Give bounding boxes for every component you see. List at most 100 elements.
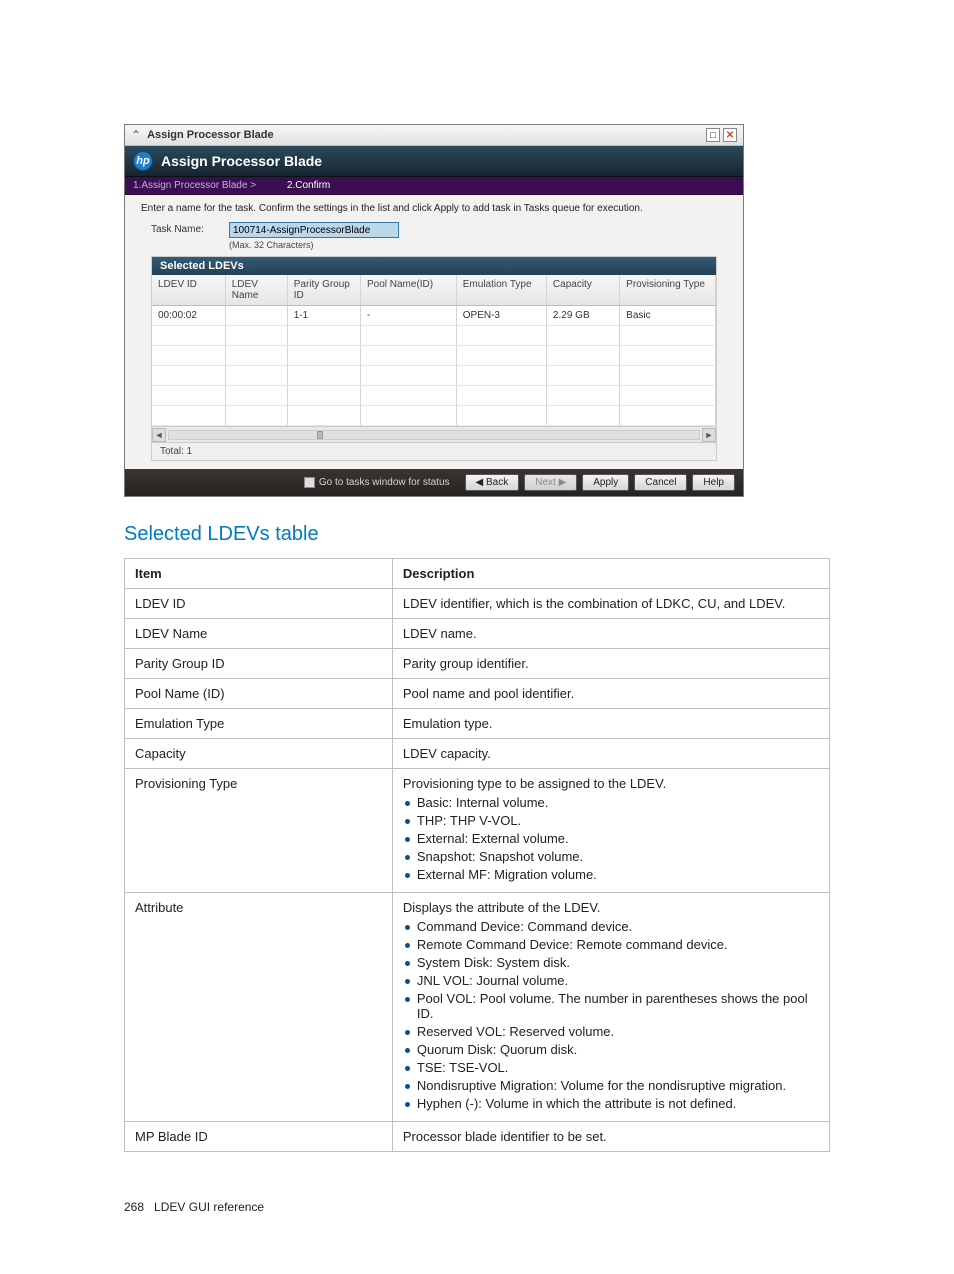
list-item: System Disk: System disk.: [403, 955, 819, 970]
wizard-step-1[interactable]: 1.Assign Processor Blade >: [133, 180, 256, 191]
cell-ldev-id: 00:00:02: [152, 306, 225, 326]
list-item: THP: THP V-VOL.: [403, 813, 819, 828]
cell-item: Provisioning Type: [125, 769, 393, 893]
table-row[interactable]: 00:00:02 1-1 - OPEN-3 2.29 GB Basic: [152, 306, 716, 326]
table-row: [152, 386, 716, 406]
col-emulation[interactable]: Emulation Type: [456, 275, 546, 306]
list-item: Pool VOL: Pool volume. The number in par…: [403, 991, 819, 1021]
section-heading: Selected LDEVs table: [124, 523, 830, 546]
task-name-hint: (Max. 32 Characters): [229, 240, 727, 250]
list-item: Hyphen (-): Volume in which the attribut…: [403, 1096, 819, 1111]
hp-logo-icon: hp: [133, 151, 153, 171]
grid-header-row: LDEV ID LDEV Name Parity Group ID Pool N…: [152, 275, 716, 306]
cell-desc: Provisioning type to be assigned to the …: [392, 769, 829, 893]
next-button: Next ▶: [524, 474, 577, 491]
cell-item: Capacity: [125, 739, 393, 769]
scroll-right-icon[interactable]: ►: [702, 428, 716, 442]
cell-item: LDEV ID: [125, 589, 393, 619]
cell-item: LDEV Name: [125, 619, 393, 649]
list-item: Quorum Disk: Quorum disk.: [403, 1042, 819, 1057]
list-item: External: External volume.: [403, 831, 819, 846]
cell-parity: 1-1: [287, 306, 360, 326]
wizard-steps: 1.Assign Processor Blade > 2.Confirm: [125, 177, 743, 195]
page-footer: 268 LDEV GUI reference: [124, 1200, 830, 1214]
task-name-input[interactable]: [229, 222, 399, 238]
table-row: LDEV Name LDEV name.: [125, 619, 830, 649]
scrollbar-thumb[interactable]: [317, 431, 323, 439]
cell-prov: Basic: [620, 306, 716, 326]
cell-desc: Pool name and pool identifier.: [392, 679, 829, 709]
collapse-icon[interactable]: ⌃: [131, 128, 141, 142]
list-item: Snapshot: Snapshot volume.: [403, 849, 819, 864]
table-row: Emulation Type Emulation type.: [125, 709, 830, 739]
page-number: 268: [124, 1200, 144, 1214]
cell-ldev-name: [225, 306, 287, 326]
cell-item: Attribute: [125, 893, 393, 1122]
col-ldev-id[interactable]: LDEV ID: [152, 275, 225, 306]
cell-desc-lead: Provisioning type to be assigned to the …: [403, 776, 666, 791]
cell-item: MP Blade ID: [125, 1122, 393, 1152]
apply-button[interactable]: Apply: [582, 474, 629, 491]
table-row: [152, 346, 716, 366]
footer-section: LDEV GUI reference: [154, 1200, 264, 1214]
dialog-header: hp Assign Processor Blade: [125, 146, 743, 177]
selected-ldevs-doc-table: Item Description LDEV ID LDEV identifier…: [124, 558, 830, 1152]
wizard-step-2: 2.Confirm: [287, 180, 330, 191]
cell-item: Emulation Type: [125, 709, 393, 739]
col-ldev-name[interactable]: LDEV Name: [225, 275, 287, 306]
cell-desc: Parity group identifier.: [392, 649, 829, 679]
maximize-icon[interactable]: □: [706, 128, 720, 142]
cell-desc: LDEV capacity.: [392, 739, 829, 769]
cell-pool: -: [360, 306, 456, 326]
th-item: Item: [125, 559, 393, 589]
grid-title: Selected LDEVs: [152, 257, 716, 275]
list-item: Nondisruptive Migration: Volume for the …: [403, 1078, 819, 1093]
close-icon[interactable]: ✕: [723, 128, 737, 142]
table-row: MP Blade ID Processor blade identifier t…: [125, 1122, 830, 1152]
table-row: Capacity LDEV capacity.: [125, 739, 830, 769]
dialog-titlebar: ⌃ Assign Processor Blade □ ✕: [125, 125, 743, 146]
dialog-header-title: Assign Processor Blade: [161, 153, 322, 169]
list-item: Reserved VOL: Reserved volume.: [403, 1024, 819, 1039]
window-title: Assign Processor Blade: [147, 129, 703, 141]
col-capacity[interactable]: Capacity: [546, 275, 619, 306]
list-item: TSE: TSE-VOL.: [403, 1060, 819, 1075]
dialog-button-bar: Go to tasks window for status ◀ Back Nex…: [125, 469, 743, 496]
table-row: [152, 406, 716, 426]
task-name-label: Task Name:: [151, 222, 229, 235]
help-button[interactable]: Help: [692, 474, 735, 491]
table-row: Provisioning Type Provisioning type to b…: [125, 769, 830, 893]
checkbox-icon[interactable]: [304, 477, 315, 488]
table-row: [152, 326, 716, 346]
assign-processor-blade-dialog: ⌃ Assign Processor Blade □ ✕ hp Assign P…: [124, 124, 744, 497]
col-prov-type[interactable]: Provisioning Type: [620, 275, 716, 306]
cell-desc: LDEV name.: [392, 619, 829, 649]
go-to-tasks-checkbox[interactable]: Go to tasks window for status: [304, 477, 450, 488]
table-row: [152, 366, 716, 386]
horizontal-scrollbar[interactable]: ◄ ►: [152, 426, 716, 442]
cell-desc: Processor blade identifier to be set.: [392, 1122, 829, 1152]
cell-desc: LDEV identifier, which is the combinatio…: [392, 589, 829, 619]
list-item: Basic: Internal volume.: [403, 795, 819, 810]
cell-item: Pool Name (ID): [125, 679, 393, 709]
col-parity-group[interactable]: Parity Group ID: [287, 275, 360, 306]
th-description: Description: [392, 559, 829, 589]
cell-item: Parity Group ID: [125, 649, 393, 679]
cell-desc: Emulation type.: [392, 709, 829, 739]
col-pool-name[interactable]: Pool Name(ID): [360, 275, 456, 306]
cell-desc: Displays the attribute of the LDEV. Comm…: [392, 893, 829, 1122]
list-item: Remote Command Device: Remote command de…: [403, 937, 819, 952]
scroll-left-icon[interactable]: ◄: [152, 428, 166, 442]
table-row: LDEV ID LDEV identifier, which is the co…: [125, 589, 830, 619]
grid-total: Total: 1: [152, 442, 716, 460]
scrollbar-track[interactable]: [168, 430, 700, 440]
cancel-button[interactable]: Cancel: [634, 474, 687, 491]
table-row: Pool Name (ID) Pool name and pool identi…: [125, 679, 830, 709]
list-item: External MF: Migration volume.: [403, 867, 819, 882]
selected-ldevs-grid: Selected LDEVs LDEV ID LDEV Name Parity …: [151, 256, 717, 461]
cell-desc-lead: Displays the attribute of the LDEV.: [403, 900, 601, 915]
list-item: Command Device: Command device.: [403, 919, 819, 934]
cell-cap: 2.29 GB: [546, 306, 619, 326]
back-button[interactable]: ◀ Back: [465, 474, 520, 491]
table-row: Attribute Displays the attribute of the …: [125, 893, 830, 1122]
